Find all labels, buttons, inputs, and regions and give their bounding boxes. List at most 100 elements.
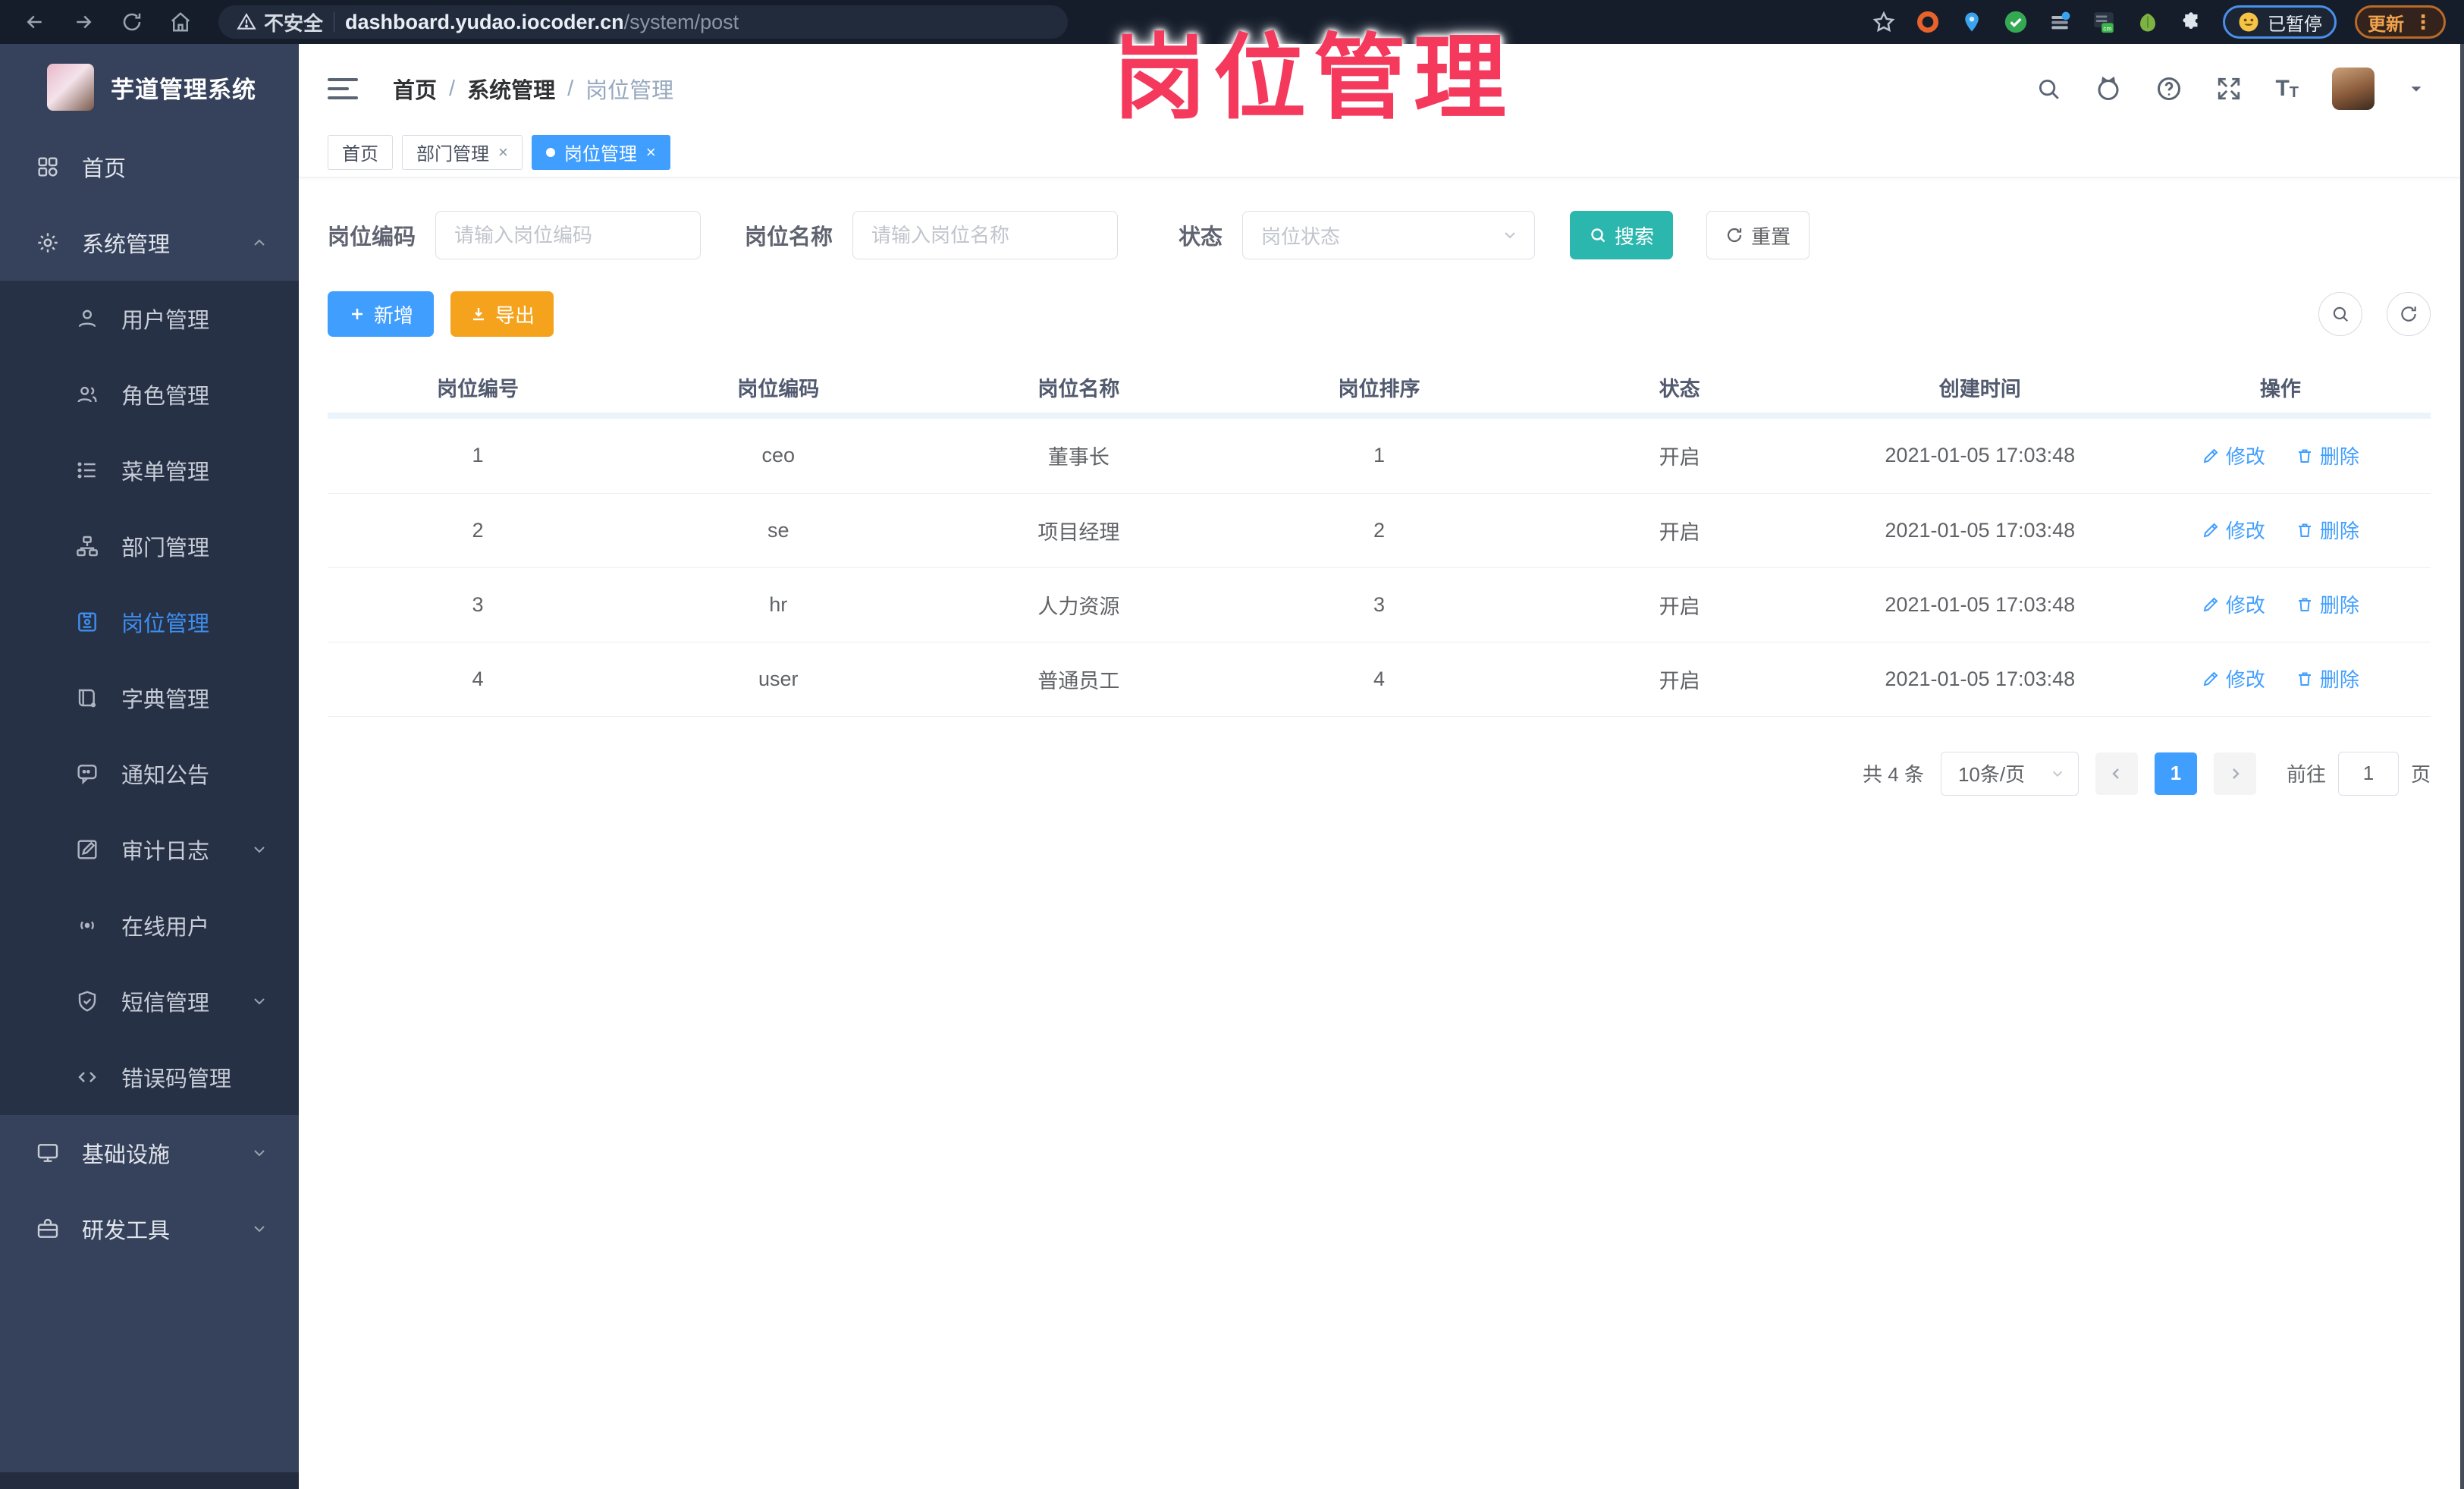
close-icon[interactable]: × [498, 143, 508, 161]
delete-link[interactable]: 删除 [2296, 664, 2359, 693]
sidebar-item-10[interactable]: 在线用户 [0, 887, 299, 963]
sidebar-item-13[interactable]: 基础设施 [0, 1115, 299, 1191]
back-icon[interactable] [14, 5, 56, 39]
post-code-input[interactable] [435, 211, 702, 259]
breadcrumb-home[interactable]: 首页 [393, 73, 437, 105]
extension-leaf-icon[interactable] [2135, 9, 2161, 35]
add-button[interactable]: 新增 [328, 291, 435, 337]
sidebar-item-4[interactable]: 菜单管理 [0, 432, 299, 508]
tab-0[interactable]: 首页 [328, 134, 393, 170]
bookmark-star-icon[interactable] [1871, 9, 1897, 35]
font-size-icon[interactable]: TT [2275, 77, 2299, 101]
url-path: /system/post [623, 10, 739, 33]
refresh-table-button[interactable] [2387, 292, 2431, 336]
export-button[interactable]: 导出 [450, 291, 554, 337]
extension-blue-pin-icon[interactable] [1959, 9, 1985, 35]
search-icon[interactable] [2036, 76, 2061, 102]
extension-paused-badge[interactable]: 已暂停 [2223, 5, 2337, 39]
extension-green-check-icon[interactable] [2003, 9, 2029, 35]
extensions-puzzle-icon[interactable] [2179, 9, 2205, 35]
reset-button[interactable]: 重置 [1706, 211, 1810, 259]
post-name-input[interactable] [852, 211, 1119, 259]
sidebar-item-5[interactable]: 部门管理 [0, 508, 299, 584]
cell-status: 开启 [1529, 419, 1830, 494]
sidebar: 芋道管理系统 首页 系统管理 用户管理 角色管理 菜单管理 部门管理 岗位管理 字典管理通知公… [0, 44, 299, 1489]
edit-link[interactable]: 修改 [2202, 516, 2265, 544]
hamburger-icon[interactable] [328, 78, 358, 99]
sidebar-item-label: 研发工具 [82, 1219, 171, 1243]
app-logo-row[interactable]: 芋道管理系统 [0, 44, 299, 129]
search-form: 岗位编码 岗位名称 状态 岗位状态 搜索 [328, 211, 2431, 259]
user-avatar[interactable] [2332, 68, 2375, 110]
column-header: 岗位排序 [1229, 363, 1530, 413]
goto-label: 前往 [2286, 763, 2326, 786]
sidebar-item-2[interactable]: 用户管理 [0, 281, 299, 357]
github-icon[interactable] [2095, 75, 2122, 102]
address-bar[interactable]: 不安全 dashboard.yudao.iocoder.cn/system/po… [218, 5, 1068, 39]
status-select[interactable]: 岗位状态 [1242, 211, 1536, 259]
sidebar-item-7[interactable]: 字典管理 [0, 660, 299, 736]
fullscreen-icon[interactable] [2216, 76, 2242, 102]
cell-code: hr [628, 567, 929, 642]
sidebar-item-12[interactable]: 错误码管理 [0, 1039, 299, 1115]
delete-icon [2296, 521, 2314, 539]
search-button[interactable]: 搜索 [1570, 211, 1674, 259]
help-icon[interactable] [2155, 75, 2183, 102]
sidebar-item-9[interactable]: 审计日志 [0, 812, 299, 887]
prev-page-button[interactable] [2095, 752, 2138, 795]
column-header: 岗位名称 [928, 363, 1229, 413]
delete-link[interactable]: 删除 [2296, 441, 2359, 470]
cell-name: 董事长 [928, 419, 1229, 494]
next-page-button[interactable] [2213, 752, 2256, 795]
edit-link[interactable]: 修改 [2202, 441, 2265, 470]
chevron-down-icon[interactable] [2408, 80, 2425, 97]
forward-icon[interactable] [62, 5, 105, 39]
goto-page-input[interactable] [2337, 751, 2399, 796]
column-header: 岗位编号 [328, 363, 629, 413]
delete-link[interactable]: 删除 [2296, 516, 2359, 544]
chevron-down-icon [250, 992, 268, 1010]
emoji-face-icon [2239, 12, 2258, 32]
cell-created: 2021-01-05 17:03:48 [1829, 567, 2130, 642]
chevron-down-icon [1501, 226, 1519, 244]
edit-link[interactable]: 修改 [2202, 590, 2265, 618]
header-underline [328, 413, 2431, 419]
current-page-button[interactable]: 1 [2154, 752, 2197, 795]
tree-icon [73, 534, 102, 558]
sidebar-item-1[interactable]: 系统管理 [0, 205, 299, 281]
sidebar-item-8[interactable]: 通知公告 [0, 736, 299, 812]
tab-1[interactable]: 部门管理 × [402, 134, 523, 170]
toggle-search-button[interactable] [2318, 292, 2362, 336]
chevron-down-icon [250, 1220, 268, 1238]
page-size-select[interactable]: 10条/页 [1940, 751, 2079, 796]
sidebar-item-0[interactable]: 首页 [0, 129, 299, 205]
extension-sliders-icon[interactable] [2047, 9, 2073, 35]
chevron-down-icon [250, 840, 268, 859]
sidebar-item-14[interactable]: 研发工具 [0, 1191, 299, 1267]
breadcrumb-separator: / [567, 76, 574, 101]
extension-orange-ring-icon[interactable] [1915, 9, 1941, 35]
browser-update-button[interactable]: 更新 ⋮ [2355, 5, 2446, 39]
main-area: 首页 / 系统管理 / 岗位管理 T T 首页 部门管理 × 岗位管理 × 岗位… [299, 44, 2464, 1489]
status-label: 状态 [1179, 225, 1223, 250]
extension-cm-badge-icon[interactable]: cm [2091, 9, 2117, 35]
delete-link[interactable]: 删除 [2296, 590, 2359, 618]
home-icon[interactable] [159, 5, 202, 39]
not-secure-warning[interactable]: 不安全 [237, 8, 323, 36]
sidebar-item-label: 通知公告 [121, 764, 210, 788]
reload-icon[interactable] [111, 5, 153, 39]
update-label: 更新 [2368, 14, 2404, 35]
sidebar-item-11[interactable]: 短信管理 [0, 963, 299, 1039]
edit-link-label: 修改 [2225, 668, 2265, 692]
menu-dots-icon[interactable]: ⋮ [2413, 11, 2433, 34]
browser-chrome-bar: 不安全 dashboard.yudao.iocoder.cn/system/po… [0, 0, 2464, 44]
column-header: 状态 [1529, 363, 1830, 413]
status-select-placeholder: 岗位状态 [1261, 225, 1341, 248]
close-icon[interactable]: × [646, 143, 656, 161]
sidebar-item-active-6[interactable]: 岗位管理 [0, 584, 299, 660]
sidebar-item-3[interactable]: 角色管理 [0, 357, 299, 432]
paused-label: 已暂停 [2268, 14, 2322, 35]
tab-2-active[interactable]: 岗位管理 × [531, 134, 670, 170]
edit-link[interactable]: 修改 [2202, 664, 2265, 693]
breadcrumb-system[interactable]: 系统管理 [467, 73, 555, 105]
